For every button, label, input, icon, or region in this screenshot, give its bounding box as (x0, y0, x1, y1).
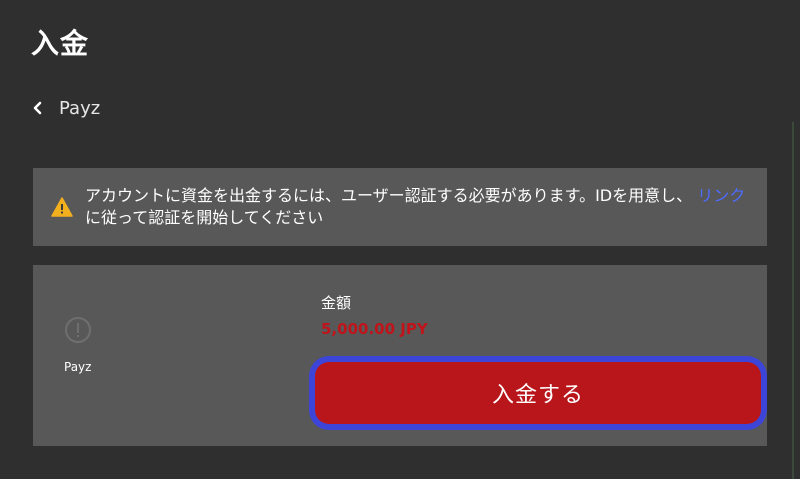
deposit-card: Payz 金額 5,000.00 JPY 入金する (33, 265, 767, 446)
verification-alert: アカウントに資金を出金するには、ユーザー認証する必要があります。IDを用意し、 … (33, 168, 767, 246)
amount-label: 金額 (321, 294, 352, 312)
alert-text-before: アカウントに資金を出金するには、ユーザー認証する必要があります。IDを用意し、 (85, 186, 693, 205)
info-circle-icon (65, 317, 91, 343)
chevron-left-icon (33, 101, 42, 115)
scrollbar[interactable] (792, 122, 794, 479)
verification-link[interactable]: リンク (697, 186, 745, 205)
warning-triangle-icon (51, 197, 73, 217)
payment-method-name: Payz (64, 360, 92, 374)
back-button[interactable]: Payz (31, 95, 100, 121)
alert-message: アカウントに資金を出金するには、ユーザー認証する必要があります。IDを用意し、 … (85, 185, 749, 229)
page-title: 入金 (31, 27, 90, 60)
deposit-button[interactable]: 入金する (315, 362, 761, 424)
alert-text-after: に従って認証を開始してください (85, 208, 324, 227)
back-button-label: Payz (59, 97, 101, 119)
amount-value: 5,000.00 JPY (321, 320, 428, 338)
